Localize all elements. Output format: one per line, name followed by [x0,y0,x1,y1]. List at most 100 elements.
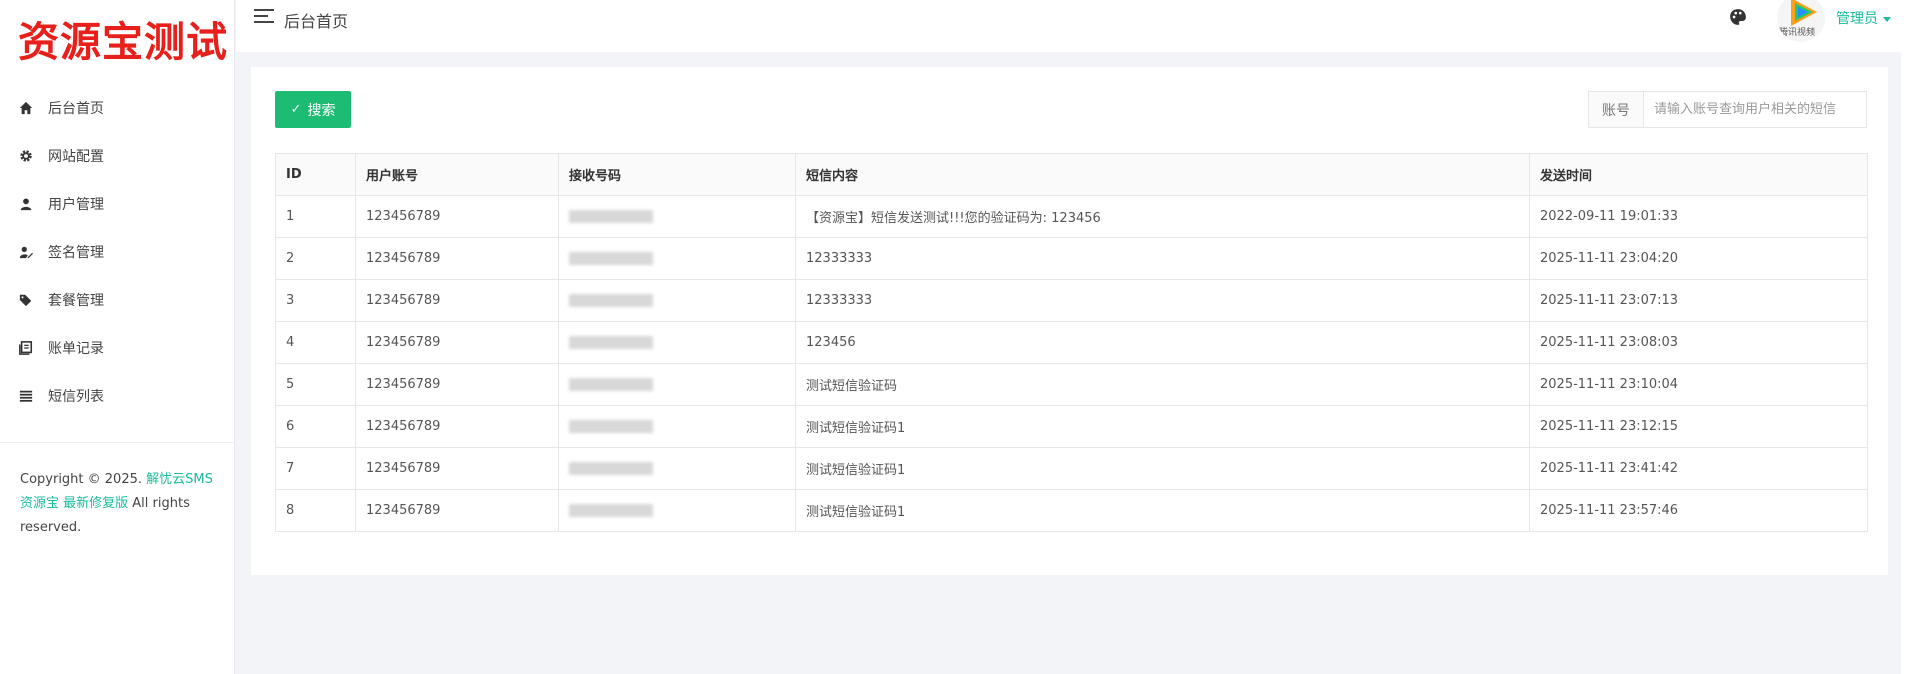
table-row: 5 123456789 测试短信验证码 2025-11-11 23:10:04 [275,363,1868,406]
sidebar-item-packages[interactable]: 套餐管理 [0,276,235,324]
cell-account: 123456789 [355,321,559,364]
redacted-phone [569,378,653,391]
column-header-time: 发送时间 [1529,153,1868,196]
cell-recipient [558,405,796,448]
cell-recipient [558,447,796,490]
cell-id: 4 [275,321,356,364]
cell-id: 1 [275,195,356,238]
user-menu[interactable]: 管理员 [1836,8,1891,28]
avatar[interactable]: 腾讯视频 [1777,0,1825,42]
cell-time: 2025-11-11 23:10:04 [1529,363,1868,406]
cell-id: 8 [275,489,356,532]
sidebar-item-label: 套餐管理 [48,293,104,309]
cell-time: 2025-11-11 23:57:46 [1529,489,1868,532]
list-icon [18,388,34,404]
table-row: 8 123456789 测试短信验证码1 2025-11-11 23:57:46 [275,489,1868,532]
table-row: 1 123456789 【资源宝】短信发送测试!!!您的验证码为: 123456… [275,195,1868,238]
cell-time: 2025-11-11 23:08:03 [1529,321,1868,364]
cell-recipient [558,489,796,532]
column-header-recipient: 接收号码 [558,153,796,196]
search-input[interactable] [1643,91,1867,128]
book-icon [18,340,34,356]
table-row: 6 123456789 测试短信验证码1 2025-11-11 23:12:15 [275,405,1868,448]
column-header-account: 用户账号 [355,153,559,196]
content-card: ✓ 搜索 账号 ID 用户账号 接收号码 短信内容 发送时间 1 1234567… [251,67,1888,575]
table-header-row: ID 用户账号 接收号码 短信内容 发送时间 [275,153,1868,196]
sidebar-item-billing[interactable]: 账单记录 [0,324,235,372]
cell-time: 2025-11-11 23:04:20 [1529,237,1868,280]
check-icon: ✓ [290,102,302,117]
scrollbar-track[interactable] [1901,0,1909,674]
sidebar-item-sms-list[interactable]: 短信列表 [0,372,235,420]
home-icon [18,100,34,116]
cell-content: 12333333 [795,279,1530,322]
cell-content: 测试短信验证码1 [795,447,1530,490]
cell-account: 123456789 [355,237,559,280]
copyright-link-version[interactable]: 资源宝 最新修复版 [20,496,128,511]
cell-content: 123456 [795,321,1530,364]
palette-icon[interactable] [1729,8,1749,28]
cell-account: 123456789 [355,489,559,532]
cell-time: 2022-09-11 19:01:33 [1529,195,1868,238]
sidebar: 资源宝测试 后台首页 网站配置 用户管理 签名管理 套餐管理 账单记录 短信列表… [0,0,235,674]
redacted-phone [569,210,653,223]
cell-id: 7 [275,447,356,490]
cell-content: 【资源宝】短信发送测试!!!您的验证码为: 123456 [795,195,1530,238]
cell-time: 2025-11-11 23:41:42 [1529,447,1868,490]
site-logo[interactable]: 资源宝测试 [18,8,228,68]
search-button-label: 搜索 [307,102,336,119]
avatar-caption: 腾讯视频 [1779,28,1816,38]
cell-account: 123456789 [355,447,559,490]
search-button[interactable]: ✓ 搜索 [275,91,351,128]
search-addon-label: 账号 [1588,91,1643,128]
cell-id: 6 [275,405,356,448]
sidebar-item-label: 短信列表 [48,389,104,405]
copyright-prefix: Copyright © 2025. [20,472,143,487]
sidebar-item-label: 账单记录 [48,341,104,357]
cell-content: 测试短信验证码 [795,363,1530,406]
sidebar-item-label: 用户管理 [48,197,104,213]
cell-id: 3 [275,279,356,322]
cell-recipient [558,363,796,406]
cell-content: 测试短信验证码1 [795,489,1530,532]
column-header-content: 短信内容 [795,153,1530,196]
menu-toggle-icon[interactable] [254,9,274,25]
redacted-phone [569,252,653,265]
sidebar-item-signatures[interactable]: 签名管理 [0,228,235,276]
redacted-phone [569,462,653,475]
user-icon [18,196,34,212]
sms-table: ID 用户账号 接收号码 短信内容 发送时间 1 123456789 【资源宝】… [275,153,1868,532]
sidebar-item-site-config[interactable]: 网站配置 [0,132,235,180]
cell-recipient [558,195,796,238]
redacted-phone [569,504,653,517]
cell-account: 123456789 [355,405,559,448]
sidebar-item-home[interactable]: 后台首页 [0,84,235,132]
cell-recipient [558,237,796,280]
sidebar-item-label: 后台首页 [48,101,104,117]
cell-content: 12333333 [795,237,1530,280]
sidebar-item-label: 签名管理 [48,245,104,261]
user-menu-label: 管理员 [1836,11,1878,27]
sidebar-item-users[interactable]: 用户管理 [0,180,235,228]
copyright-link-sms[interactable]: 解忧云SMS [146,472,213,487]
cell-recipient [558,279,796,322]
table-row: 4 123456789 123456 2025-11-11 23:08:03 [275,321,1868,364]
table-row: 3 123456789 12333333 2025-11-11 23:07:13 [275,279,1868,322]
sidebar-divider [0,442,235,443]
cell-time: 2025-11-11 23:07:13 [1529,279,1868,322]
sidebar-nav: 后台首页 网站配置 用户管理 签名管理 套餐管理 账单记录 短信列表 [0,84,235,420]
gear-icon [18,148,34,164]
tags-icon [18,292,34,308]
sidebar-item-label: 网站配置 [48,149,104,165]
user-edit-icon [18,244,34,260]
column-header-id: ID [275,153,356,196]
cell-recipient [558,321,796,364]
cell-time: 2025-11-11 23:12:15 [1529,405,1868,448]
copyright: Copyright © 2025. 解忧云SMS 资源宝 最新修复版 All r… [20,468,220,540]
cell-id: 2 [275,237,356,280]
cell-id: 5 [275,363,356,406]
top-header: 后台首页 腾讯视频 管理员 [236,0,1909,52]
page-title: 后台首页 [284,12,349,31]
cell-account: 123456789 [355,363,559,406]
search-group: 账号 [1588,91,1867,128]
